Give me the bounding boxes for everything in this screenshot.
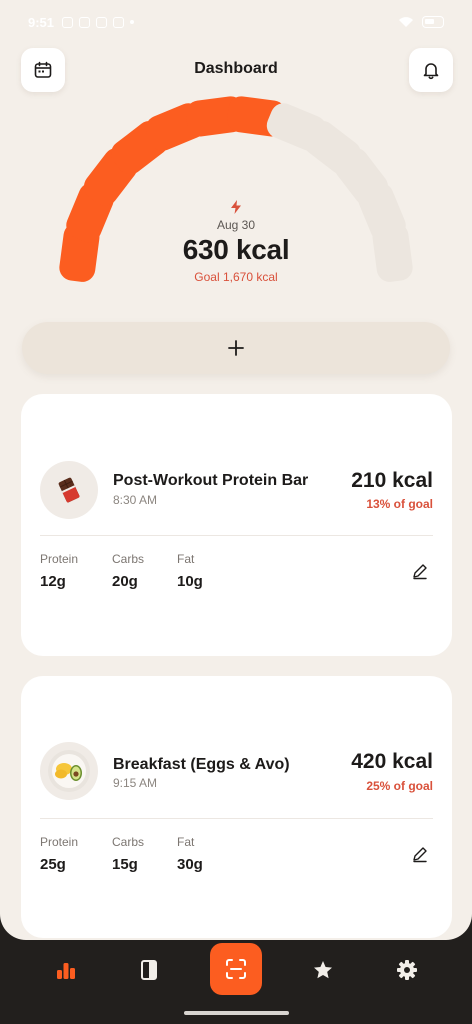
eggs-avocado-plate-icon bbox=[40, 742, 98, 800]
macro-label: Protein bbox=[40, 835, 79, 849]
nav-settings[interactable] bbox=[387, 954, 427, 986]
macro-value: 15g bbox=[112, 856, 138, 873]
gear-icon bbox=[397, 960, 417, 980]
macro-carbs: Carbs 15g bbox=[112, 835, 144, 873]
macro-value: 10g bbox=[177, 573, 203, 590]
nav-journal[interactable] bbox=[129, 954, 169, 986]
meal-name: Breakfast (Eggs & Avo) bbox=[113, 756, 290, 773]
macro-fat: Fat 10g bbox=[177, 552, 203, 590]
notification-icons bbox=[62, 16, 135, 28]
macro-value: 20g bbox=[112, 573, 138, 590]
wifi-icon bbox=[399, 17, 413, 27]
macro-fat: Fat 30g bbox=[177, 835, 203, 873]
macro-value: 30g bbox=[177, 856, 203, 873]
macro-label: Carbs bbox=[112, 835, 145, 849]
pencil-icon bbox=[413, 564, 427, 580]
nav-favorites[interactable] bbox=[303, 954, 343, 986]
bar-chart-icon bbox=[57, 963, 75, 979]
status-bar: 9:51 bbox=[0, 0, 472, 44]
instagram-icon bbox=[62, 16, 74, 28]
mail-icon bbox=[113, 16, 125, 28]
journal-icon bbox=[141, 960, 157, 980]
macro-carbs: Carbs 20g bbox=[112, 552, 144, 590]
scan-icon bbox=[226, 959, 246, 979]
pencil-icon bbox=[413, 847, 427, 863]
gauge-calories: 630 kcal bbox=[182, 234, 290, 265]
home-indicator bbox=[184, 1011, 289, 1015]
macro-protein: Protein 25g bbox=[40, 835, 78, 873]
edit-meal-button[interactable] bbox=[408, 559, 432, 583]
meal-card[interactable]: Post-Workout Protein Bar 8:30 AM 210 kca… bbox=[21, 394, 452, 656]
meal-name: Post-Workout Protein Bar bbox=[113, 472, 309, 489]
divider bbox=[40, 535, 433, 536]
chocolate-bar-icon bbox=[40, 461, 98, 519]
macro-label: Fat bbox=[177, 835, 195, 849]
message-icon bbox=[79, 16, 91, 28]
bottom-nav bbox=[0, 940, 472, 1024]
macro-protein: Protein 12g bbox=[40, 552, 78, 590]
page-title: Dashboard bbox=[194, 60, 278, 77]
status-time: 9:51 bbox=[28, 14, 55, 30]
more-notifications-icon bbox=[130, 20, 135, 24]
gauge-date: Aug 30 bbox=[216, 218, 256, 232]
edit-meal-button[interactable] bbox=[408, 842, 432, 866]
system-icons bbox=[398, 16, 444, 28]
nav-stats[interactable] bbox=[46, 954, 86, 986]
meal-calories: 420 kcal bbox=[351, 750, 433, 773]
macro-label: Fat bbox=[177, 552, 195, 566]
meal-time: 8:30 AM bbox=[113, 493, 158, 507]
meal-calories: 210 kcal bbox=[351, 469, 433, 492]
macro-value: 25g bbox=[40, 856, 66, 873]
meal-goal-percent: 25% of goal bbox=[366, 779, 433, 793]
gauge-summary: Aug 30 630 kcal Goal 1,670 kcal bbox=[0, 200, 472, 284]
meal-time: 9:15 AM bbox=[113, 776, 158, 790]
star-icon bbox=[314, 961, 332, 979]
meal-card[interactable]: Breakfast (Eggs & Avo) 9:15 AM 420 kcal … bbox=[21, 676, 452, 938]
notifications-button[interactable] bbox=[409, 48, 453, 92]
add-meal-button[interactable] bbox=[22, 322, 450, 374]
meal-goal-percent: 13% of goal bbox=[366, 497, 433, 511]
macro-value: 12g bbox=[40, 573, 66, 590]
app-screen: 9:51 Dashboard Aug 30 630 kcal Goal 1,67… bbox=[0, 0, 472, 940]
macro-label: Carbs bbox=[112, 552, 145, 566]
reddit-icon bbox=[96, 16, 108, 28]
bell-icon bbox=[423, 63, 439, 80]
battery-icon bbox=[422, 16, 444, 28]
divider bbox=[40, 818, 433, 819]
plus-icon bbox=[228, 340, 244, 356]
macro-label: Protein bbox=[40, 552, 79, 566]
gauge-goal: Goal 1,670 kcal bbox=[194, 270, 278, 284]
scan-button[interactable] bbox=[210, 943, 262, 995]
bolt-icon bbox=[0, 200, 472, 216]
